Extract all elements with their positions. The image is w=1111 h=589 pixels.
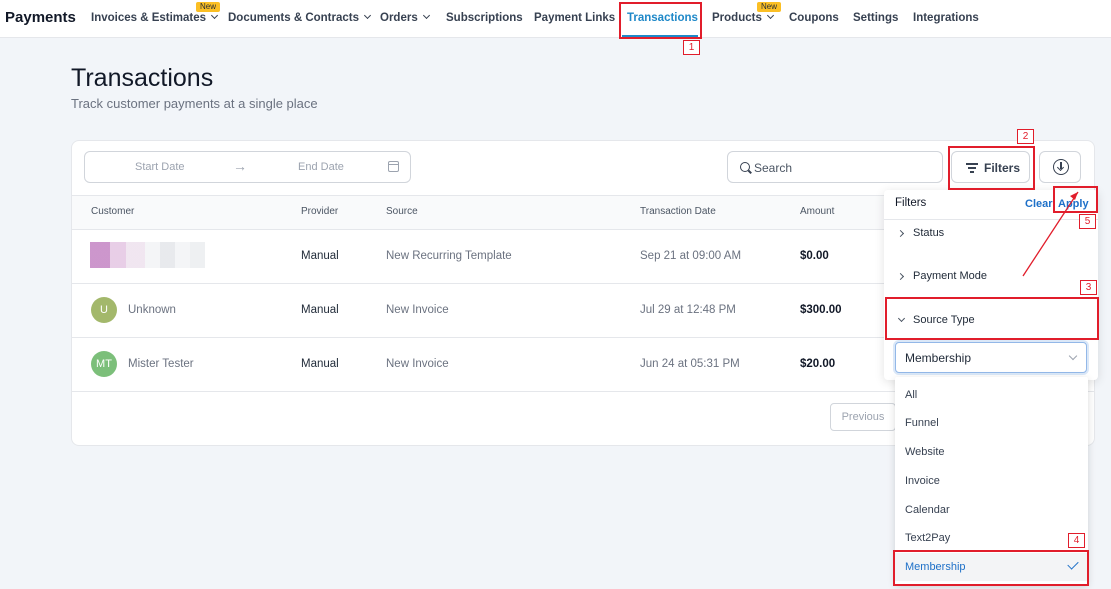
amount-cell: $20.00 — [800, 358, 836, 370]
date-range-picker[interactable]: Start Date → End Date — [84, 151, 411, 183]
provider-cell: Manual — [301, 304, 339, 316]
nav-orders[interactable]: Orders — [380, 11, 430, 24]
chevron-down-icon — [422, 11, 430, 20]
start-date-placeholder: Start Date — [135, 161, 185, 173]
source-type-select[interactable]: Membership — [895, 342, 1087, 373]
column-header-source[interactable]: Source — [386, 206, 418, 217]
source-type-selected-value: Membership — [905, 351, 972, 365]
filter-panel-title: Filters — [895, 197, 927, 209]
arrow-right-icon: → — [233, 158, 247, 174]
divider — [884, 219, 1098, 220]
brand-title: Payments — [5, 9, 76, 26]
nav-invoices-estimates[interactable]: Invoices & Estimates — [91, 11, 219, 24]
date-cell: Jun 24 at 05:31 PM — [640, 358, 740, 370]
date-cell: Jul 29 at 12:48 PM — [640, 304, 736, 316]
amount-cell: $300.00 — [800, 304, 842, 316]
annotation-box-1 — [619, 2, 702, 39]
new-badge: New — [196, 2, 221, 12]
chevron-down-icon — [766, 11, 774, 20]
page-title: Transactions — [71, 64, 214, 92]
chevron-right-icon — [896, 272, 905, 281]
provider-cell: Manual — [301, 358, 339, 370]
top-nav: Payments Invoices & Estimates New Docume… — [0, 0, 1111, 38]
chevron-down-icon — [1068, 351, 1078, 361]
nav-coupons[interactable]: Coupons — [789, 12, 839, 24]
annotation-box-2 — [948, 146, 1035, 190]
annotation-box-3 — [885, 297, 1099, 340]
option-text2pay[interactable]: Text2Pay — [905, 532, 950, 544]
nav-settings[interactable]: Settings — [853, 12, 898, 24]
nav-subscriptions[interactable]: Subscriptions — [446, 12, 523, 24]
source-cell: New Recurring Template — [386, 250, 512, 262]
end-date-placeholder: End Date — [298, 161, 344, 173]
page-subtitle: Track customer payments at a single plac… — [71, 96, 318, 111]
nav-products[interactable]: Products — [712, 11, 774, 24]
option-calendar[interactable]: Calendar — [905, 504, 950, 516]
column-header-provider[interactable]: Provider — [301, 206, 338, 217]
annotation-box-4 — [893, 550, 1089, 586]
previous-page-button[interactable]: Previous — [830, 403, 896, 431]
option-website[interactable]: Website — [905, 446, 945, 458]
provider-cell: Manual — [301, 250, 339, 262]
avatar: U — [91, 297, 117, 323]
nav-integrations[interactable]: Integrations — [913, 12, 979, 24]
nav-label: Invoices & Estimates — [91, 12, 207, 24]
nav-label: Documents & Contracts — [228, 12, 359, 24]
annotation-number: 5 — [1079, 214, 1096, 229]
search-placeholder: Search — [754, 161, 793, 175]
annotation-number: 1 — [683, 40, 700, 55]
column-header-customer[interactable]: Customer — [91, 206, 134, 217]
chevron-down-icon — [363, 11, 372, 20]
calendar-icon — [388, 161, 399, 172]
avatar: MT — [91, 351, 117, 377]
annotation-number: 2 — [1017, 129, 1034, 144]
filter-section-payment-mode[interactable]: Payment Mode — [913, 270, 987, 282]
annotation-number: 4 — [1068, 533, 1085, 548]
nav-documents-contracts[interactable]: Documents & Contracts — [228, 11, 372, 24]
source-cell: New Invoice — [386, 358, 449, 370]
filter-section-status[interactable]: Status — [913, 227, 944, 239]
search-icon — [740, 162, 750, 172]
option-invoice[interactable]: Invoice — [905, 475, 940, 487]
customer-cell: Unknown — [128, 304, 176, 316]
source-cell: New Invoice — [386, 304, 449, 316]
annotation-number: 3 — [1080, 280, 1097, 295]
option-all[interactable]: All — [905, 389, 917, 401]
download-icon — [1053, 159, 1069, 175]
amount-cell: $0.00 — [800, 250, 829, 262]
column-header-transaction-date[interactable]: Transaction Date — [640, 206, 716, 217]
nav-label: Products — [712, 12, 762, 24]
filter-panel: Filters Clear Apply Status Payment Mode … — [884, 190, 1098, 380]
customer-cell: Mister Tester — [128, 358, 194, 370]
nav-label: Orders — [380, 12, 418, 24]
date-cell: Sep 21 at 09:00 AM — [640, 250, 742, 262]
column-header-amount[interactable]: Amount — [800, 206, 834, 217]
chevron-down-icon — [211, 11, 219, 20]
redacted-customer — [90, 242, 205, 268]
option-funnel[interactable]: Funnel — [905, 417, 939, 429]
annotation-box-5 — [1053, 186, 1098, 213]
chevron-right-icon — [896, 229, 905, 238]
new-badge: New — [757, 2, 782, 12]
nav-payment-links[interactable]: Payment Links — [534, 12, 615, 24]
clear-filters-link[interactable]: Clear — [1025, 198, 1053, 210]
search-input[interactable]: Search — [727, 151, 943, 183]
download-button[interactable] — [1039, 151, 1081, 183]
